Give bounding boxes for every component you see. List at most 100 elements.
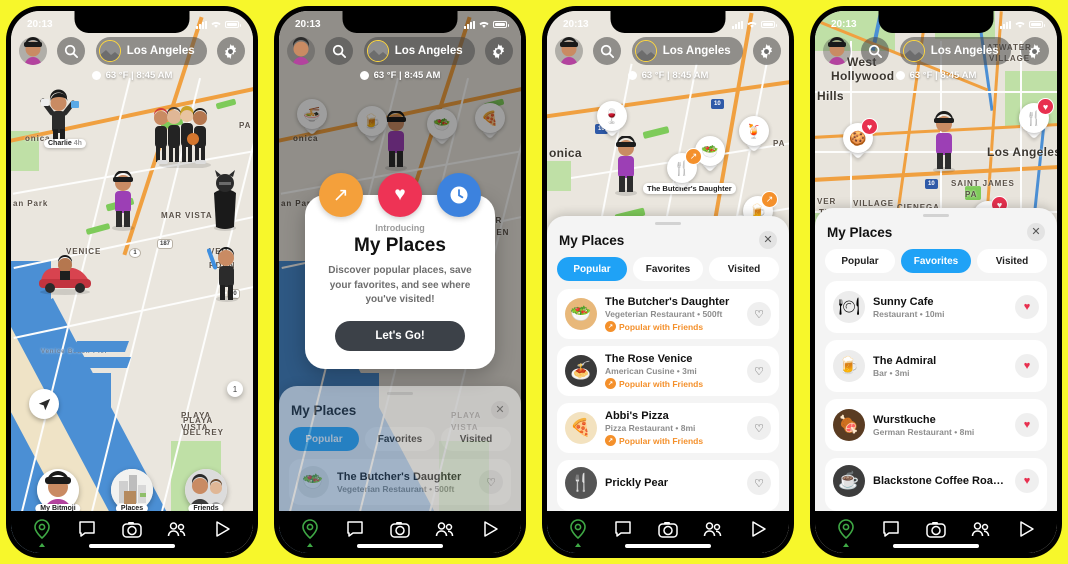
heart-badge-icon: ♥ bbox=[861, 118, 878, 135]
location-pin-icon bbox=[33, 519, 50, 539]
favorite-button[interactable]: ♥ bbox=[1015, 469, 1039, 493]
weather-info: 63 °F | 8:45 AM bbox=[823, 70, 1049, 81]
place-list-item[interactable]: 🥗 The Butcher's Daughter Vegeterian Rest… bbox=[557, 289, 779, 339]
wifi-icon bbox=[1015, 21, 1025, 28]
tab-visited[interactable]: Visited bbox=[977, 249, 1047, 273]
favorite-button[interactable]: ♥ bbox=[1015, 295, 1039, 319]
camera-icon bbox=[926, 521, 946, 538]
stories-tab[interactable] bbox=[1012, 516, 1040, 542]
trending-arrow-icon: ↗ bbox=[318, 173, 363, 218]
place-list-item[interactable]: ☕ Blackstone Coffee Roasters ♥ bbox=[825, 458, 1047, 511]
friends-button[interactable]: Friends bbox=[185, 469, 227, 513]
profile-avatar-button[interactable] bbox=[555, 37, 583, 65]
tab-popular[interactable]: Popular bbox=[557, 257, 627, 281]
friends-tab[interactable] bbox=[163, 516, 191, 542]
places-button[interactable]: Places bbox=[111, 469, 153, 513]
status-time: 20:13 bbox=[563, 19, 589, 30]
lets-go-button[interactable]: Let's Go! bbox=[335, 320, 465, 351]
map-label: Los Angeles bbox=[987, 145, 1057, 159]
bitmoji-person[interactable] bbox=[927, 111, 961, 173]
place-pin[interactable]: 🍷 bbox=[597, 101, 627, 138]
trending-badge-icon: ↗ bbox=[605, 378, 616, 389]
location-button[interactable]: Los Angeles bbox=[631, 37, 743, 65]
camera-tab[interactable] bbox=[118, 516, 146, 542]
location-button[interactable]: Los Angeles bbox=[899, 37, 1011, 65]
settings-button[interactable] bbox=[1020, 37, 1049, 65]
map-label: Hills bbox=[817, 89, 844, 103]
favorite-place-pin[interactable]: 🍪 ♥ bbox=[843, 118, 878, 160]
friend-nametag[interactable]: Charlie 4h bbox=[44, 139, 86, 148]
search-button[interactable] bbox=[861, 37, 890, 65]
map-scale-marker: 1 bbox=[227, 381, 243, 397]
place-pin[interactable]: 🍹 bbox=[739, 116, 769, 153]
profile-avatar-button[interactable] bbox=[19, 37, 47, 65]
place-list-item[interactable]: 🍕 Abbi's Pizza Pizza Restaurant • 8mi ↗ P… bbox=[557, 403, 779, 453]
camera-icon bbox=[658, 521, 678, 538]
friend-name: Charlie bbox=[48, 140, 72, 147]
active-tab-indicator bbox=[38, 543, 45, 547]
my-places-sheet-4[interactable]: My Places ✕ Popular Favorites Visited 🍽 … bbox=[815, 208, 1057, 511]
tab-favorites[interactable]: Favorites bbox=[633, 257, 703, 281]
close-sheet-button[interactable]: ✕ bbox=[1027, 223, 1045, 241]
my-places-sheet-3[interactable]: My Places ✕ Popular Favorites Visited 🥗 … bbox=[547, 216, 789, 511]
camera-tab[interactable] bbox=[922, 516, 950, 542]
my-bitmoji-button[interactable]: My Bitmoji bbox=[35, 469, 81, 513]
place-list-item[interactable]: 🍴 Prickly Pear ♡ bbox=[557, 460, 779, 511]
friends-tab[interactable] bbox=[967, 516, 995, 542]
close-sheet-button[interactable]: ✕ bbox=[759, 231, 777, 249]
tab-favorites[interactable]: Favorites bbox=[901, 249, 971, 273]
favorite-button[interactable]: ♡ bbox=[747, 471, 771, 495]
favorite-button[interactable]: ♥ bbox=[1015, 413, 1039, 437]
chat-tab[interactable] bbox=[609, 516, 637, 542]
camera-tab[interactable] bbox=[654, 516, 682, 542]
favorite-button[interactable]: ♡ bbox=[747, 359, 771, 383]
friends-tab[interactable] bbox=[699, 516, 727, 542]
tab-visited[interactable]: Visited bbox=[709, 257, 779, 281]
place-list-item[interactable]: 🍝 The Rose Venice American Cusine • 3mi … bbox=[557, 346, 779, 396]
map-tab[interactable] bbox=[832, 516, 860, 547]
location-label: Los Angeles bbox=[662, 45, 731, 57]
map-tab[interactable] bbox=[28, 516, 56, 547]
active-tab-indicator bbox=[574, 543, 581, 547]
location-button[interactable]: Los Angeles bbox=[95, 37, 207, 65]
place-list-item[interactable]: 🍽 Sunny Cafe Restaurant • 10mi ♥ bbox=[825, 281, 1047, 333]
search-button[interactable] bbox=[57, 37, 86, 65]
bitmoji-person[interactable] bbox=[106, 171, 140, 231]
bitmoji-person[interactable] bbox=[207, 246, 247, 302]
locate-me-button[interactable] bbox=[29, 389, 59, 419]
bitmoji-avatar-icon bbox=[828, 37, 846, 65]
stories-tab[interactable] bbox=[744, 516, 772, 542]
search-button[interactable] bbox=[593, 37, 622, 65]
place-list-item[interactable]: 🍖 Wurstkuche German Restaurant • 8mi ♥ bbox=[825, 399, 1047, 451]
favorite-button[interactable]: ♡ bbox=[747, 416, 771, 440]
cellular-bars-icon bbox=[196, 20, 207, 29]
chat-tab[interactable] bbox=[877, 516, 905, 542]
place-meta: German Restaurant • 8mi bbox=[873, 426, 975, 437]
settings-button[interactable] bbox=[216, 37, 245, 65]
phone-frame-2: onica an Park PLAYA VISTA VER RDEN 🍜 🍺 🥗… bbox=[274, 6, 526, 558]
place-tag-label: Popular with Friends bbox=[619, 435, 704, 446]
place-pin-selected[interactable]: 🍴 ↗ bbox=[667, 148, 702, 190]
phone-frame-4: West Hollywood Hills Los Angeles ATWATER… bbox=[810, 6, 1062, 558]
chat-tab[interactable] bbox=[73, 516, 101, 542]
bitmoji-car[interactable] bbox=[35, 251, 95, 295]
tab-popular[interactable]: Popular bbox=[825, 249, 895, 273]
bitmoji-person[interactable] bbox=[609, 136, 643, 196]
stories-tab[interactable] bbox=[208, 516, 236, 542]
map-tab[interactable] bbox=[564, 516, 592, 547]
favorite-button[interactable]: ♡ bbox=[747, 302, 771, 326]
favorite-place-pin[interactable]: 🍴 ♥ bbox=[1019, 98, 1054, 140]
profile-avatar-button[interactable] bbox=[823, 37, 851, 65]
settings-button[interactable] bbox=[752, 37, 781, 65]
play-triangle-icon bbox=[752, 521, 766, 537]
search-icon bbox=[869, 44, 883, 58]
notch bbox=[878, 11, 994, 33]
place-thumbnail: 🍕 bbox=[565, 412, 597, 444]
bitmoji-group[interactable] bbox=[151, 106, 219, 168]
favorite-button[interactable]: ♥ bbox=[1015, 354, 1039, 378]
weather-text: 63 °F | 8:45 AM bbox=[105, 70, 173, 81]
place-list-item[interactable]: 🍺 The Admiral Bar • 3mi ♥ bbox=[825, 340, 1047, 392]
map-label: VILLAGE bbox=[853, 199, 894, 208]
bitmoji-person[interactable] bbox=[207, 169, 243, 231]
map-header-4: Los Angeles 63 °F | 8:45 AM bbox=[815, 37, 1057, 81]
